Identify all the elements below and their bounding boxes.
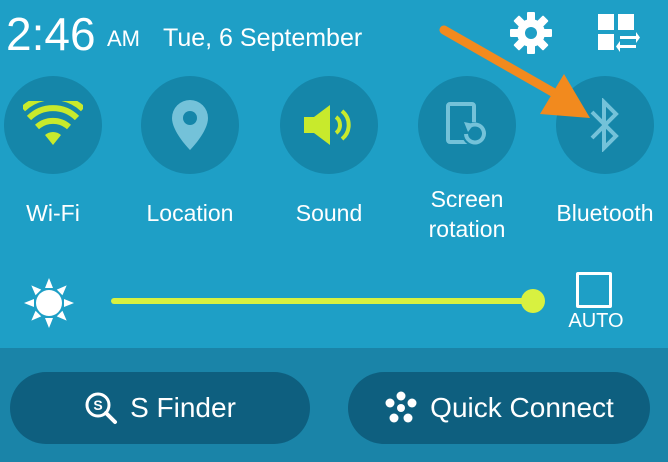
toggle-wifi[interactable]: Wi-Fi — [0, 76, 112, 228]
toggle-screen-rotation-label-line1: Screen — [430, 186, 504, 212]
toggle-screen-rotation-label: Screen rotation — [408, 184, 526, 244]
s-finder-button[interactable]: S S Finder — [10, 372, 310, 444]
clock-time: 2:46 — [6, 8, 96, 60]
toggle-sound[interactable]: Sound — [270, 76, 388, 228]
auto-brightness-label: AUTO — [568, 310, 624, 332]
brightness-sun-icon — [22, 276, 76, 330]
toggle-location-label: Location — [146, 200, 234, 226]
toggle-bluetooth-label: Bluetooth — [556, 200, 654, 226]
toggle-screen-rotation-label-line2: rotation — [428, 216, 506, 242]
auto-brightness-checkbox[interactable] — [576, 272, 612, 308]
speaker-icon — [304, 105, 351, 145]
brightness-slider-thumb[interactable] — [521, 289, 545, 313]
toggle-location-circle[interactable] — [141, 76, 239, 174]
brightness-slider-track[interactable] — [111, 298, 534, 304]
clock-ampm: AM — [107, 26, 140, 51]
wifi-icon — [23, 101, 83, 145]
svg-text:S: S — [93, 397, 102, 413]
quick-connect-label: Quick Connect — [430, 392, 614, 423]
toggle-sound-label: Sound — [295, 200, 363, 226]
location-pin-icon — [172, 100, 208, 150]
toggle-location[interactable]: Location — [131, 76, 249, 228]
toggle-wifi-circle[interactable] — [4, 76, 102, 174]
s-finder-label: S Finder — [130, 392, 236, 423]
s-finder-search-icon: S — [85, 392, 118, 424]
toggle-sound-circle[interactable] — [280, 76, 378, 174]
toggle-wifi-label: Wi-Fi — [26, 200, 80, 226]
quick-connect-button[interactable]: Quick Connect — [348, 372, 650, 444]
date-label: Tue, 6 September — [163, 24, 363, 52]
annotation-arrow-icon — [430, 22, 600, 132]
grid-icon[interactable] — [596, 12, 640, 54]
quick-connect-icon — [385, 391, 417, 423]
